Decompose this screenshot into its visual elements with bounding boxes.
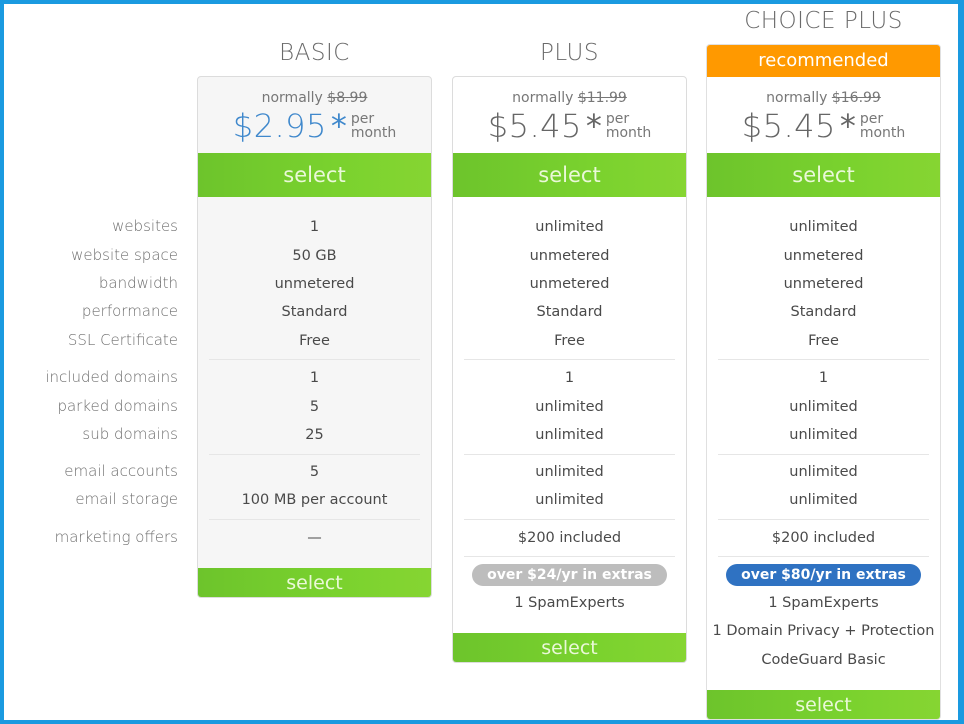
label-websites: websites: [112, 217, 178, 235]
extras-badge: over $80/yr in extras: [726, 564, 921, 586]
bottom-select-button-choice-plus[interactable]: select: [707, 690, 940, 719]
price-amount: $2.95: [232, 107, 327, 145]
feature-email-storage: unlimited: [535, 492, 604, 508]
extra-item: 1 Domain Privacy + Protection: [712, 623, 935, 639]
divider: [464, 556, 675, 557]
feature-email-storage: unlimited: [789, 492, 858, 508]
feature-email-accounts: unlimited: [789, 464, 858, 480]
feature-websites: unlimited: [535, 219, 604, 235]
normal-price: normally $11.99: [453, 90, 686, 106]
plan-card-basic: normally $8.99 $2.95 * per month select 1 5…: [197, 76, 432, 598]
extra-item: CodeGuard Basic: [761, 652, 886, 668]
divider: [718, 454, 929, 455]
feature-parked-domains: 5: [309, 399, 320, 415]
bottom-select-button-plus[interactable]: select: [453, 633, 686, 662]
feature-bandwidth: unmetered: [529, 276, 610, 292]
month-label: month: [859, 125, 906, 141]
divider: [464, 519, 675, 520]
feature-included-domains: 1: [818, 370, 829, 386]
select-button-choice-plus[interactable]: select: [707, 153, 940, 197]
feature-website-space: unmetered: [529, 248, 610, 264]
plan-price: $5.45 * per month: [453, 107, 686, 145]
normal-price: normally $16.99: [707, 90, 940, 106]
feature-performance: Standard: [536, 304, 603, 320]
plan-price: $2.95 * per month: [198, 107, 431, 145]
recommended-badge: recommended: [707, 45, 940, 77]
feature-ssl: Free: [299, 333, 330, 349]
feature-performance: Standard: [790, 304, 857, 320]
plan-card-choice-plus: recommended normally $16.99 $5.45 * per mon…: [706, 44, 941, 720]
divider: [718, 519, 929, 520]
feature-email-storage: 100 MB per account: [241, 492, 388, 508]
strikethrough-price: $11.99: [577, 90, 627, 106]
strikethrough-price: $16.99: [831, 90, 881, 106]
feature-websites: 1: [309, 219, 320, 235]
select-button-plus[interactable]: select: [453, 153, 686, 197]
extra-item: 1 SpamExperts: [768, 595, 879, 611]
label-performance: performance: [81, 302, 178, 320]
feature-parked-domains: unlimited: [789, 399, 858, 415]
feature-included-domains: 1: [564, 370, 575, 386]
feature-included-domains: 1: [309, 370, 320, 386]
divider: [718, 556, 929, 557]
per-month: per month: [606, 112, 651, 140]
feature-marketing-offers: $200 included: [771, 530, 876, 546]
feature-sub-domains: unlimited: [535, 427, 604, 443]
feature-bandwidth: unmetered: [274, 276, 355, 292]
feature-website-space: 50 GB: [292, 248, 337, 264]
feature-ssl: Free: [554, 333, 585, 349]
feature-sub-domains: unlimited: [789, 427, 858, 443]
feature-ssl: Free: [808, 333, 839, 349]
feature-sub-domains: 25: [305, 427, 324, 443]
extras-badge: over $24/yr in extras: [472, 564, 667, 586]
asterisk-icon: *: [330, 107, 347, 145]
divider: [209, 454, 420, 455]
feature-websites: unlimited: [789, 219, 858, 235]
price-amount: $5.45: [741, 107, 836, 145]
divider: [209, 519, 420, 520]
bottom-select-button-basic[interactable]: select: [198, 568, 431, 597]
strikethrough-price: $8.99: [327, 90, 368, 106]
feature-parked-domains: unlimited: [535, 399, 604, 415]
feature-marketing-offers: —: [307, 530, 322, 546]
divider: [464, 359, 675, 360]
feature-performance: Standard: [281, 304, 348, 320]
label-ssl-certificate: SSL Certificate: [67, 331, 178, 349]
feature-email-accounts: 5: [309, 464, 320, 480]
label-email-storage: email storage: [75, 490, 178, 508]
label-parked-domains: parked domains: [57, 397, 178, 415]
price-amount: $5.45: [487, 107, 582, 145]
label-bandwidth: bandwidth: [98, 274, 178, 292]
normally-label: normally: [512, 90, 574, 106]
plan-title-plus: PLUS: [540, 40, 599, 66]
normally-label: normally: [766, 90, 828, 106]
label-sub-domains: sub domains: [82, 425, 178, 443]
plan-title-basic: BASIC: [279, 40, 350, 66]
extra-item: 1 SpamExperts: [514, 595, 625, 611]
asterisk-icon: *: [585, 107, 602, 145]
feature-marketing-offers: $200 included: [517, 530, 622, 546]
month-label: month: [350, 125, 397, 141]
label-website-space: website space: [71, 246, 178, 264]
plan-price: $5.45 * per month: [707, 107, 940, 145]
per-month: per month: [860, 112, 905, 140]
plan-card-plus: normally $11.99 $5.45 * per month select un…: [452, 76, 687, 663]
label-email-accounts: email accounts: [64, 462, 178, 480]
asterisk-icon: *: [839, 107, 856, 145]
divider: [209, 359, 420, 360]
feature-email-accounts: unlimited: [535, 464, 604, 480]
normal-price: normally $8.99: [198, 90, 431, 106]
label-marketing-offers: marketing offers: [54, 528, 178, 546]
per-month: per month: [351, 112, 396, 140]
label-included-domains: included domains: [45, 368, 178, 386]
divider: [464, 454, 675, 455]
divider: [718, 359, 929, 360]
normally-label: normally: [261, 90, 323, 106]
month-label: month: [605, 125, 652, 141]
feature-bandwidth: unmetered: [783, 276, 864, 292]
feature-website-space: unmetered: [783, 248, 864, 264]
plan-title-choice-plus: CHOICE PLUS: [744, 8, 903, 34]
select-button-basic[interactable]: select: [198, 153, 431, 197]
